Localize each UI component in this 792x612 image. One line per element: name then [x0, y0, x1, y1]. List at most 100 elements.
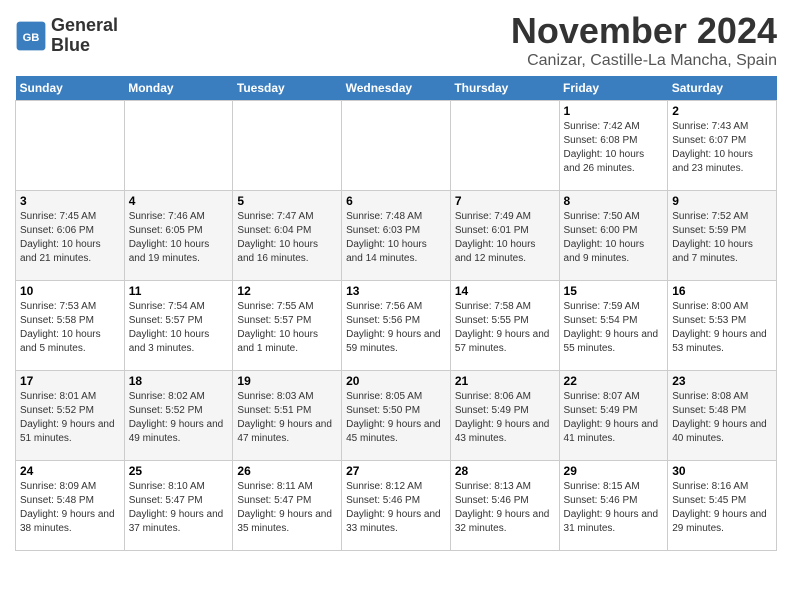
- calendar-cell: 5Sunrise: 7:47 AM Sunset: 6:04 PM Daylig…: [233, 191, 342, 281]
- day-number: 29: [564, 464, 664, 478]
- calendar-body: 1Sunrise: 7:42 AM Sunset: 6:08 PM Daylig…: [16, 101, 777, 551]
- day-info: Sunrise: 7:58 AM Sunset: 5:55 PM Dayligh…: [455, 300, 555, 356]
- calendar-cell: 7Sunrise: 7:49 AM Sunset: 6:01 PM Daylig…: [450, 191, 559, 281]
- title-section: November 2024 Canizar, Castille-La Manch…: [511, 10, 777, 70]
- day-number: 8: [564, 194, 664, 208]
- calendar-cell: 29 Sunrise: 8:15 AM Sunset: 5:46 PM Dayli…: [559, 461, 668, 551]
- calendar-cell: [233, 101, 342, 191]
- day-info: Sunrise: 7:52 AM Sunset: 5:59 PM Dayligh…: [672, 210, 772, 266]
- day-info: Sunrise: 8:05 AM Sunset: 5:50 PM Dayligh…: [346, 390, 446, 446]
- day-info: Sunrise: 8:07 AM Sunset: 5:49 PM Dayligh…: [564, 390, 664, 446]
- calendar-cell: 26Sunrise: 8:11 AM Sunset: 5:47 PM Dayli…: [233, 461, 342, 551]
- calendar-cell: 20 Sunrise: 8:05 AM Sunset: 5:50 PM Dayli…: [342, 371, 451, 461]
- day-number: 3: [20, 194, 120, 208]
- calendar-cell: [450, 101, 559, 191]
- calendar-cell: 28 Sunrise: 8:13 AM Sunset: 5:46 PM Dayli…: [450, 461, 559, 551]
- day-number: 14: [455, 284, 555, 298]
- day-info: Sunrise: 8:06 AM Sunset: 5:49 PM Dayligh…: [455, 390, 555, 446]
- day-info: Sunrise: 8:03 AM Sunset: 5:51 PM Dayligh…: [237, 390, 337, 446]
- day-number: 18: [129, 374, 229, 388]
- calendar-cell: 10Sunrise: 7:53 AM Sunset: 5:58 PM Dayli…: [16, 281, 125, 371]
- day-info: Sunrise: 8:02 AM Sunset: 5:52 PM Dayligh…: [129, 390, 229, 446]
- weekday-header-thursday: Thursday: [450, 76, 559, 101]
- day-info: Sunrise: 7:55 AM Sunset: 5:57 PM Dayligh…: [237, 300, 337, 356]
- day-info: Sunrise: 8:10 AM Sunset: 5:47 PM Dayligh…: [129, 480, 229, 536]
- day-number: 24: [20, 464, 120, 478]
- calendar-cell: [124, 101, 233, 191]
- day-info: Sunrise: 7:50 AM Sunset: 6:00 PM Dayligh…: [564, 210, 664, 266]
- calendar-cell: 1Sunrise: 7:42 AM Sunset: 6:08 PM Daylig…: [559, 101, 668, 191]
- month-title: November 2024: [511, 10, 777, 52]
- calendar-cell: 13 Sunrise: 7:56 AM Sunset: 5:56 PM Dayli…: [342, 281, 451, 371]
- calendar-week-3: 10Sunrise: 7:53 AM Sunset: 5:58 PM Dayli…: [16, 281, 777, 371]
- calendar-cell: 17Sunrise: 8:01 AM Sunset: 5:52 PM Dayli…: [16, 371, 125, 461]
- calendar-week-5: 24 Sunrise: 8:09 AM Sunset: 5:48 PM Dayli…: [16, 461, 777, 551]
- day-info: Sunrise: 8:08 AM Sunset: 5:48 PM Dayligh…: [672, 390, 772, 446]
- calendar-cell: 16 Sunrise: 8:00 AM Sunset: 5:53 PM Dayli…: [668, 281, 777, 371]
- day-number: 6: [346, 194, 446, 208]
- weekday-header-tuesday: Tuesday: [233, 76, 342, 101]
- day-info: Sunrise: 7:43 AM Sunset: 6:07 PM Dayligh…: [672, 120, 772, 176]
- weekday-header-wednesday: Wednesday: [342, 76, 451, 101]
- header: GB General Blue November 2024 Canizar, C…: [15, 10, 777, 70]
- calendar-cell: [342, 101, 451, 191]
- weekday-header-row: SundayMondayTuesdayWednesdayThursdayFrid…: [16, 76, 777, 101]
- calendar-cell: 24 Sunrise: 8:09 AM Sunset: 5:48 PM Dayli…: [16, 461, 125, 551]
- calendar-cell: 25 Sunrise: 8:10 AM Sunset: 5:47 PM Dayli…: [124, 461, 233, 551]
- weekday-header-friday: Friday: [559, 76, 668, 101]
- calendar-cell: 6 Sunrise: 7:48 AM Sunset: 6:03 PM Daylig…: [342, 191, 451, 281]
- day-info: Sunrise: 7:59 AM Sunset: 5:54 PM Dayligh…: [564, 300, 664, 356]
- day-number: 4: [129, 194, 229, 208]
- day-info: Sunrise: 8:15 AM Sunset: 5:46 PM Dayligh…: [564, 480, 664, 536]
- logo-icon: GB: [15, 20, 47, 52]
- day-number: 12: [237, 284, 337, 298]
- day-number: 13: [346, 284, 446, 298]
- day-number: 26: [237, 464, 337, 478]
- calendar-cell: 27Sunrise: 8:12 AM Sunset: 5:46 PM Dayli…: [342, 461, 451, 551]
- day-number: 25: [129, 464, 229, 478]
- calendar-cell: 4 Sunrise: 7:46 AM Sunset: 6:05 PM Daylig…: [124, 191, 233, 281]
- calendar-cell: 18 Sunrise: 8:02 AM Sunset: 5:52 PM Dayli…: [124, 371, 233, 461]
- day-number: 19: [237, 374, 337, 388]
- calendar-cell: 23 Sunrise: 8:08 AM Sunset: 5:48 PM Dayli…: [668, 371, 777, 461]
- day-info: Sunrise: 8:09 AM Sunset: 5:48 PM Dayligh…: [20, 480, 120, 536]
- day-info: Sunrise: 8:00 AM Sunset: 5:53 PM Dayligh…: [672, 300, 772, 356]
- day-number: 21: [455, 374, 555, 388]
- day-info: Sunrise: 7:54 AM Sunset: 5:57 PM Dayligh…: [129, 300, 229, 356]
- day-number: 23: [672, 374, 772, 388]
- day-number: 15: [564, 284, 664, 298]
- calendar-cell: 14 Sunrise: 7:58 AM Sunset: 5:55 PM Dayli…: [450, 281, 559, 371]
- day-info: Sunrise: 7:49 AM Sunset: 6:01 PM Dayligh…: [455, 210, 555, 266]
- day-number: 11: [129, 284, 229, 298]
- day-info: Sunrise: 7:53 AM Sunset: 5:58 PM Dayligh…: [20, 300, 120, 356]
- calendar-header: SundayMondayTuesdayWednesdayThursdayFrid…: [16, 76, 777, 101]
- day-info: Sunrise: 7:45 AM Sunset: 6:06 PM Dayligh…: [20, 210, 120, 266]
- calendar-week-4: 17Sunrise: 8:01 AM Sunset: 5:52 PM Dayli…: [16, 371, 777, 461]
- day-number: 2: [672, 104, 772, 118]
- day-info: Sunrise: 7:56 AM Sunset: 5:56 PM Dayligh…: [346, 300, 446, 356]
- svg-text:GB: GB: [23, 32, 40, 44]
- calendar-week-2: 3 Sunrise: 7:45 AM Sunset: 6:06 PM Daylig…: [16, 191, 777, 281]
- calendar-cell: 15 Sunrise: 7:59 AM Sunset: 5:54 PM Dayli…: [559, 281, 668, 371]
- day-info: Sunrise: 7:42 AM Sunset: 6:08 PM Dayligh…: [564, 120, 664, 176]
- day-number: 16: [672, 284, 772, 298]
- logo: GB General Blue: [15, 16, 118, 56]
- day-number: 27: [346, 464, 446, 478]
- day-number: 28: [455, 464, 555, 478]
- calendar-cell: 2 Sunrise: 7:43 AM Sunset: 6:07 PM Daylig…: [668, 101, 777, 191]
- calendar-cell: 3 Sunrise: 7:45 AM Sunset: 6:06 PM Daylig…: [16, 191, 125, 281]
- calendar-cell: 21 Sunrise: 8:06 AM Sunset: 5:49 PM Dayli…: [450, 371, 559, 461]
- weekday-header-saturday: Saturday: [668, 76, 777, 101]
- day-number: 17: [20, 374, 120, 388]
- day-info: Sunrise: 7:46 AM Sunset: 6:05 PM Dayligh…: [129, 210, 229, 266]
- day-info: Sunrise: 7:48 AM Sunset: 6:03 PM Dayligh…: [346, 210, 446, 266]
- calendar-cell: 22 Sunrise: 8:07 AM Sunset: 5:49 PM Dayli…: [559, 371, 668, 461]
- day-number: 20: [346, 374, 446, 388]
- calendar-cell: [16, 101, 125, 191]
- calendar-cell: 11 Sunrise: 7:54 AM Sunset: 5:57 PM Dayli…: [124, 281, 233, 371]
- calendar-cell: 9Sunrise: 7:52 AM Sunset: 5:59 PM Daylig…: [668, 191, 777, 281]
- weekday-header-monday: Monday: [124, 76, 233, 101]
- day-info: Sunrise: 7:47 AM Sunset: 6:04 PM Dayligh…: [237, 210, 337, 266]
- day-number: 22: [564, 374, 664, 388]
- day-info: Sunrise: 8:13 AM Sunset: 5:46 PM Dayligh…: [455, 480, 555, 536]
